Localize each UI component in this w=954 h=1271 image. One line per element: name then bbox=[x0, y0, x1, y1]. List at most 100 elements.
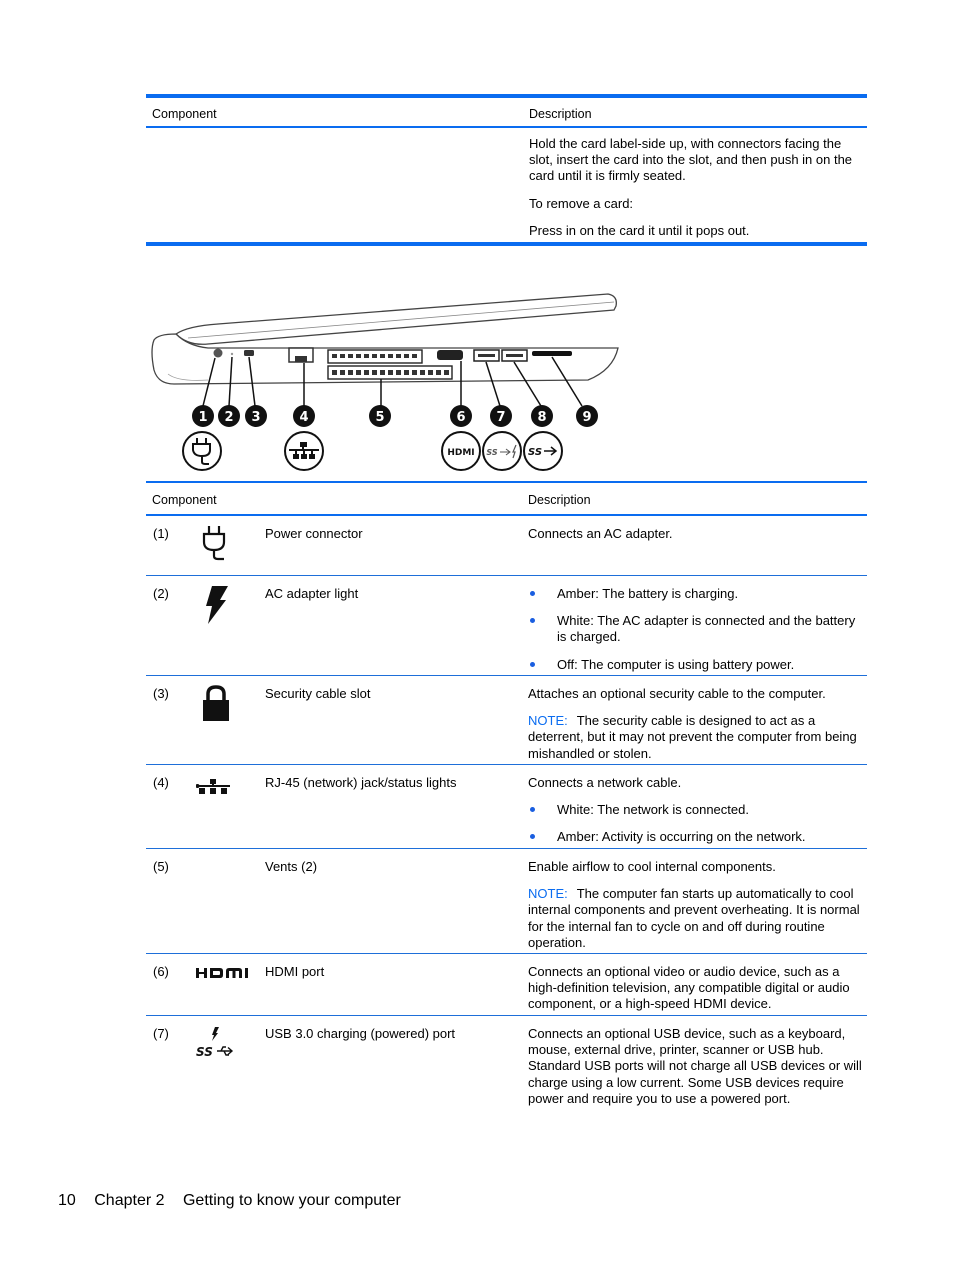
component-description: Connects a network cable. White: The net… bbox=[528, 775, 863, 857]
row-number: (4) bbox=[153, 775, 169, 790]
callout-4: 4 bbox=[293, 405, 315, 427]
component-name: RJ-45 (network) jack/status lights bbox=[265, 775, 457, 790]
table-row: (2) AC adapter light Amber: The battery … bbox=[146, 576, 867, 675]
note: NOTE: The computer fan starts up automati… bbox=[528, 886, 860, 950]
callout-6: 6 bbox=[450, 405, 472, 427]
usb-port-1-inner bbox=[478, 354, 495, 357]
power-jack bbox=[213, 348, 223, 358]
component-name: Power connector bbox=[265, 526, 363, 541]
table-row: (4) RJ-45 (network) jack/status lights C… bbox=[146, 765, 867, 848]
header-component: Component bbox=[152, 493, 217, 507]
callout-5: 5 bbox=[369, 405, 391, 427]
callout-2: 2 bbox=[218, 405, 240, 427]
table-header: Component Description bbox=[146, 483, 867, 514]
header-description: Description bbox=[528, 493, 591, 507]
component-name: USB 3.0 charging (powered) port bbox=[265, 1026, 456, 1041]
component-description: Connects an optional USB device, such as… bbox=[528, 1026, 863, 1118]
desc-paragraph: Hold the card label-side up, with connec… bbox=[529, 136, 853, 183]
header-description: Description bbox=[529, 107, 592, 121]
rj45-port bbox=[288, 347, 314, 363]
usb-charging-icon: SS bbox=[195, 1026, 235, 1065]
desc-paragraph: Press in on the card it until it pops ou… bbox=[529, 223, 750, 238]
callout-9: 9 bbox=[576, 405, 598, 427]
power-plug-icon bbox=[200, 524, 230, 571]
callout-7: 7 bbox=[490, 405, 512, 427]
top-table: Component Description Hold the card labe… bbox=[146, 94, 867, 246]
bullet-item: White: The network is connected. bbox=[528, 802, 863, 818]
svg-text:9: 9 bbox=[582, 410, 591, 425]
network-icon bbox=[195, 779, 230, 798]
callouts: 1 2 3 4 5 6 7 8 9 bbox=[192, 405, 598, 427]
page-footer: 10 Chapter 2 Getting to know your comput… bbox=[58, 1192, 415, 1210]
svg-text:SS: SS bbox=[486, 448, 497, 457]
component-description: Amber: The battery is charging. White: T… bbox=[528, 586, 863, 684]
card-reader-slot bbox=[532, 351, 572, 356]
component-name: Security cable slot bbox=[265, 686, 371, 701]
bullet-item: Amber: Activity is occurring on the netw… bbox=[528, 829, 863, 845]
ac-light bbox=[230, 352, 234, 356]
security-slot bbox=[244, 350, 254, 356]
power-plug-icon bbox=[182, 431, 222, 471]
svg-text:8: 8 bbox=[537, 410, 546, 425]
chapter-label: Chapter 2 bbox=[94, 1192, 165, 1209]
bullet-item: Off: The computer is using battery power… bbox=[528, 657, 863, 673]
bullet-list: White: The network is connected. Amber: … bbox=[528, 802, 863, 845]
row-number: (7) bbox=[153, 1026, 169, 1041]
desc-paragraph: Attaches an optional security cable to t… bbox=[528, 686, 826, 701]
padlock-icon bbox=[201, 684, 231, 727]
table-row: (3) Security cable slot Attaches an opti… bbox=[146, 676, 867, 764]
svg-text:2: 2 bbox=[224, 410, 233, 425]
row-number: (1) bbox=[153, 526, 169, 541]
bullet-item: Amber: The battery is charging. bbox=[528, 586, 863, 602]
table-row: (7) SS USB 3.0 charging (powered) port C… bbox=[146, 1016, 867, 1111]
svg-text:7: 7 bbox=[496, 410, 505, 425]
desc-paragraph: Enable airflow to cool internal componen… bbox=[528, 859, 776, 874]
component-name: HDMI port bbox=[265, 964, 325, 979]
svg-text:5: 5 bbox=[375, 410, 384, 425]
svg-text:SS: SS bbox=[196, 1045, 213, 1059]
desc-paragraph: To remove a card: bbox=[529, 196, 634, 211]
note: NOTE: The security cable is designed to a… bbox=[528, 713, 857, 761]
row-number: (3) bbox=[153, 686, 169, 701]
component-description: Connects an optional video or audio devi… bbox=[528, 964, 863, 1024]
note-label: NOTE: bbox=[528, 886, 568, 902]
desc-paragraph: Connects an AC adapter. bbox=[528, 526, 673, 541]
row-number: (6) bbox=[153, 964, 169, 979]
callout-1: 1 bbox=[192, 405, 214, 427]
svg-text:1: 1 bbox=[198, 410, 207, 425]
callout-3: 3 bbox=[245, 405, 267, 427]
chapter-title: Getting to know your computer bbox=[182, 1192, 401, 1209]
row-number: (2) bbox=[153, 586, 169, 601]
component-description: Connects an AC adapter. bbox=[528, 526, 863, 553]
component-name: Vents (2) bbox=[265, 859, 318, 874]
svg-text:4: 4 bbox=[299, 410, 308, 425]
table-row: Hold the card label-side up, with connec… bbox=[146, 128, 867, 242]
header-component: Component bbox=[152, 107, 217, 121]
table-row: (1) Power connector Connects an AC adapt… bbox=[146, 516, 867, 575]
components-table: Component Description (1) Power connecto… bbox=[146, 481, 867, 1111]
svg-text:6: 6 bbox=[456, 410, 465, 425]
component-description: Enable airflow to cool internal componen… bbox=[528, 859, 863, 962]
page-number: 10 bbox=[58, 1192, 76, 1209]
bullet-list: Amber: The battery is charging. White: T… bbox=[528, 586, 863, 673]
callout-8: 8 bbox=[531, 405, 553, 427]
component-name: AC adapter light bbox=[265, 586, 359, 601]
bullet-item: White: The AC adapter is connected and t… bbox=[528, 613, 863, 645]
usb-charging-icon: SS bbox=[482, 431, 522, 471]
hdmi-port bbox=[437, 350, 463, 360]
usb-port-2-inner bbox=[506, 354, 523, 357]
network-icon bbox=[284, 431, 324, 471]
svg-text:3: 3 bbox=[251, 410, 260, 425]
table-header: Component Description bbox=[146, 98, 867, 126]
table-bottom-rule bbox=[146, 242, 867, 246]
lightning-bolt-icon bbox=[200, 584, 230, 629]
note-label: NOTE: bbox=[528, 713, 568, 729]
svg-text:HDMI: HDMI bbox=[447, 448, 474, 458]
desc-paragraph: Connects an optional USB device, such as… bbox=[528, 1026, 862, 1106]
table-row: (5) Vents (2) Enable airflow to cool int… bbox=[146, 849, 867, 953]
hdmi-icon: HDMI bbox=[441, 431, 481, 471]
desc-paragraph: Connects an optional video or audio devi… bbox=[528, 964, 850, 1012]
table-row: (6) HDMI port Connects an optional video… bbox=[146, 954, 867, 1015]
row-number: (5) bbox=[153, 859, 169, 874]
laptop-side-diagram: 1 2 3 4 5 6 7 8 9 HDMI SS SS bbox=[148, 290, 628, 475]
